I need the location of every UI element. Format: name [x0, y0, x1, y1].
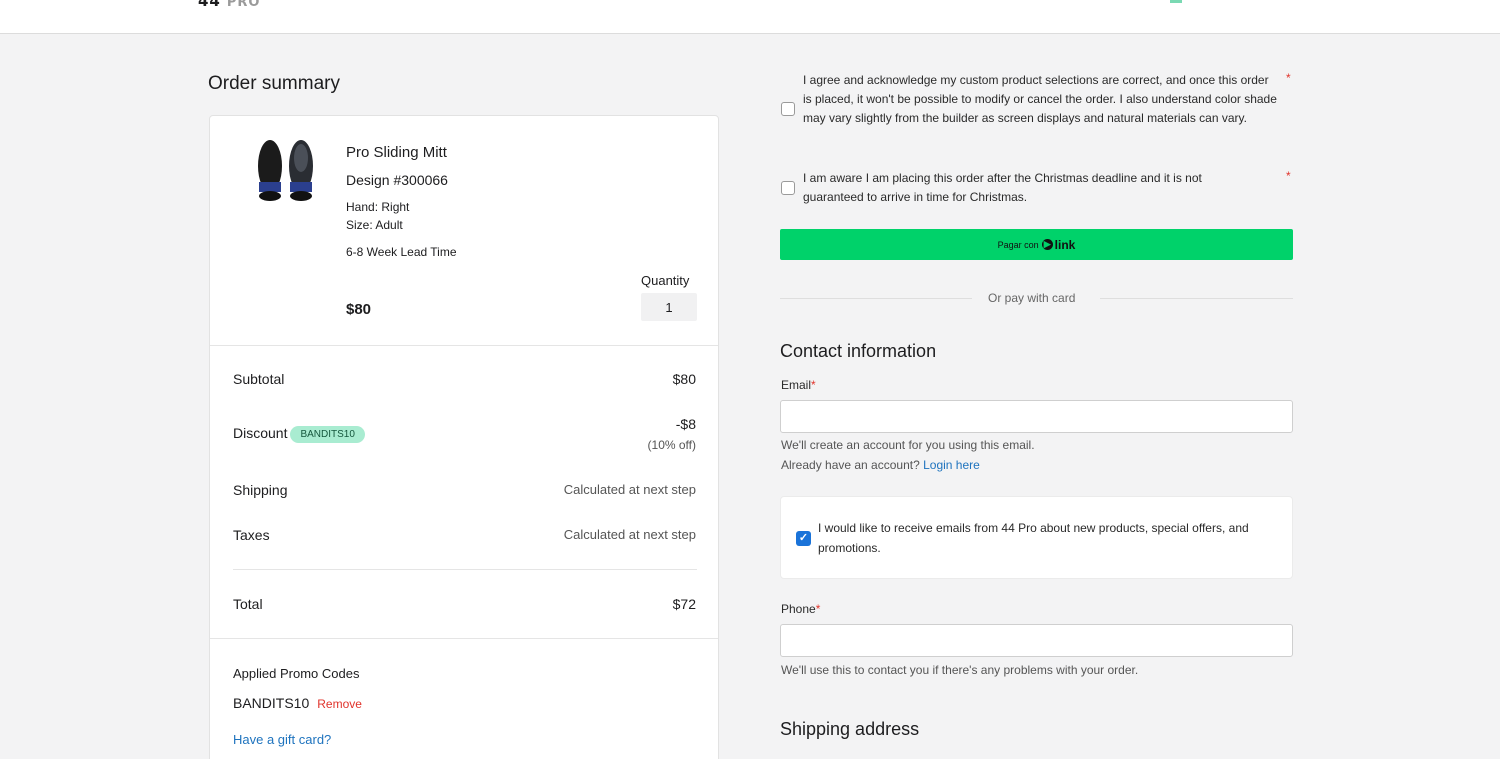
shipping-label: Shipping: [233, 482, 288, 498]
phone-label: Phone*: [781, 602, 821, 616]
christmas-checkbox[interactable]: [781, 181, 795, 195]
taxes-value: Calculated at next step: [563, 527, 696, 542]
christmas-text: I am aware I am placing this order after…: [803, 171, 1202, 204]
login-link[interactable]: Login here: [923, 458, 980, 472]
logo-mark: 44: [198, 0, 221, 10]
pay-link-prefix: Pagar con: [997, 239, 1039, 250]
divider: [233, 569, 697, 570]
remove-promo-link[interactable]: Remove: [317, 697, 362, 711]
discount-label: Discount: [233, 425, 288, 441]
agree-text: I agree and acknowledge my custom produc…: [803, 73, 1277, 125]
phone-field[interactable]: [780, 624, 1293, 657]
quantity-label: Quantity: [641, 273, 690, 288]
email-help-text: We'll create an account for you using th…: [781, 438, 1035, 452]
marketing-optin-text: I would like to receive emails from 44 P…: [818, 521, 1249, 555]
marketing-optin-checkbox[interactable]: ✓: [796, 531, 811, 546]
product-design: Design #300066: [346, 172, 448, 188]
discount-value: -$8: [675, 416, 696, 432]
discount-badge: BANDITS10: [290, 426, 365, 443]
link-arrow-icon: ▶: [1041, 239, 1053, 250]
taxes-label: Taxes: [233, 527, 270, 543]
already-account-text: Already have an account?: [781, 458, 920, 472]
quantity-input[interactable]: [641, 293, 697, 321]
promo-codes-title: Applied Promo Codes: [233, 666, 360, 681]
divider: [210, 638, 718, 639]
total-label: Total: [233, 596, 263, 612]
divider: [210, 345, 718, 346]
total-value: $72: [672, 596, 696, 612]
agree-checkbox[interactable]: [781, 102, 795, 116]
marketing-optin-box: ✓ I would like to receive emails from 44…: [780, 496, 1293, 579]
applied-promo-row: BANDITS10 Remove: [233, 695, 362, 711]
product-size: Size: Adult: [346, 218, 403, 232]
product-lead-time: 6-8 Week Lead Time: [346, 245, 457, 259]
or-pay-with-card: Or pay with card: [988, 291, 1076, 305]
logo-sub: PRO: [226, 0, 261, 10]
top-navigation-bar: 44 PRO: [0, 0, 1500, 34]
gift-card-link[interactable]: Have a gift card?: [233, 732, 331, 747]
order-summary-card: Pro Sliding Mitt Design #300066 Hand: Ri…: [209, 115, 719, 759]
product-hand: Hand: Right: [346, 200, 410, 214]
product-price: $80: [346, 301, 372, 318]
pay-with-link-button[interactable]: Pagar con ▶ link: [780, 229, 1293, 260]
email-field[interactable]: [780, 400, 1293, 433]
order-summary-title: Order summary: [208, 73, 340, 94]
product-name: Pro Sliding Mitt: [346, 144, 447, 161]
discount-note: (10% off): [647, 438, 696, 452]
shipping-address-title: Shipping address: [780, 719, 920, 739]
subtotal-value: $80: [672, 371, 696, 387]
menu-accent-icon[interactable]: [1170, 0, 1182, 3]
divider: [780, 298, 972, 299]
pay-link-brand: link: [1054, 237, 1076, 252]
email-help: We'll create an account for you using th…: [781, 435, 1035, 475]
required-mark: *: [1286, 169, 1291, 183]
discount-row: Discount BANDITS10: [233, 425, 365, 443]
shipping-value: Calculated at next step: [563, 482, 696, 497]
divider: [1100, 298, 1293, 299]
brand-logo[interactable]: 44 PRO: [198, 0, 260, 10]
contact-information-title: Contact information: [780, 341, 937, 361]
promo-code: BANDITS10: [233, 695, 310, 711]
required-mark: *: [1286, 71, 1291, 85]
product-image: [258, 140, 313, 201]
email-label: Email*: [781, 378, 816, 392]
phone-help: We'll use this to contact you if there's…: [781, 663, 1139, 677]
subtotal-label: Subtotal: [233, 371, 285, 387]
